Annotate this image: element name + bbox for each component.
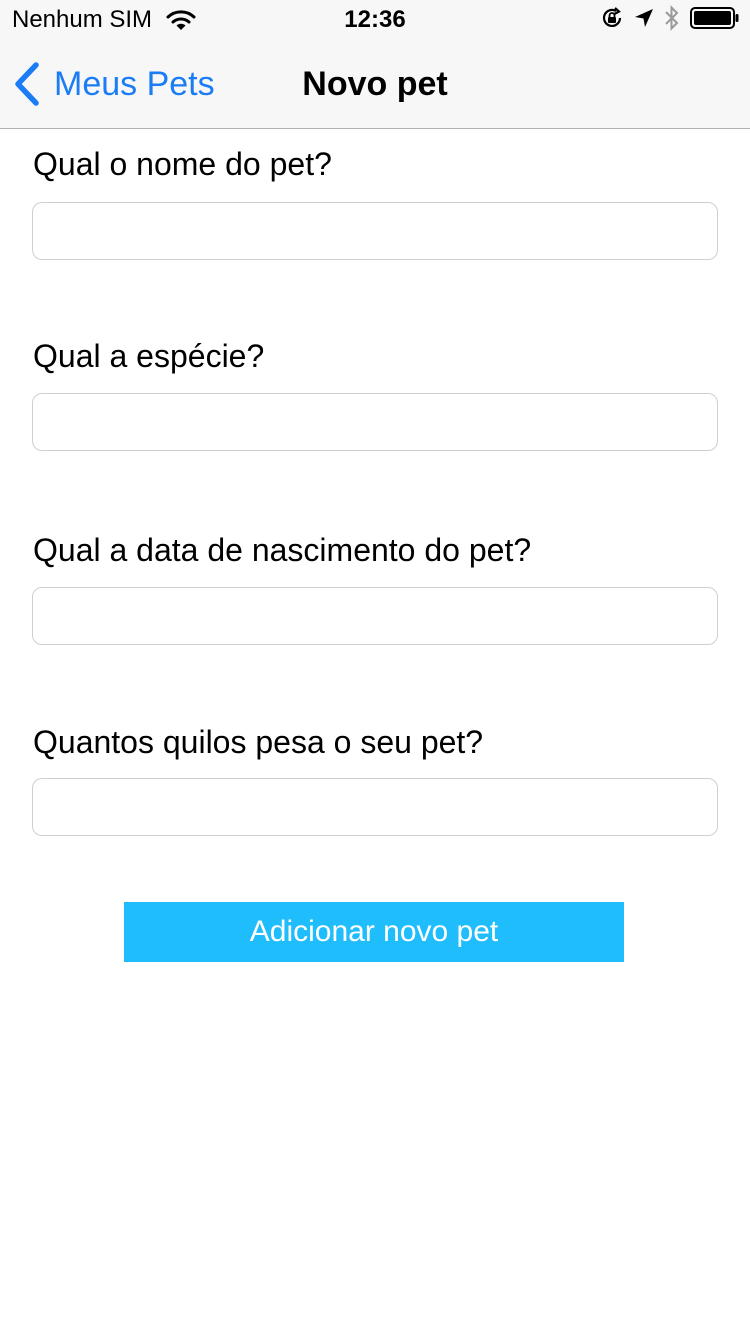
chevron-left-icon bbox=[14, 62, 40, 106]
location-arrow-icon bbox=[634, 8, 654, 33]
battery-icon bbox=[690, 6, 740, 34]
bluetooth-icon bbox=[664, 4, 680, 36]
top-bar: Nenhum SIM 12:36 Novo pet Meus Pets bbox=[0, 0, 750, 129]
screen: Nenhum SIM 12:36 Novo pet Meus Pets Qual… bbox=[0, 0, 750, 1334]
status-icons bbox=[590, 4, 740, 36]
pet-name-label: Qual o nome do pet? bbox=[33, 146, 332, 182]
pet-species-input[interactable] bbox=[32, 393, 718, 451]
pet-species-label: Qual a espécie? bbox=[33, 338, 265, 374]
pet-weight-input[interactable] bbox=[32, 778, 718, 836]
pet-name-input[interactable] bbox=[32, 202, 718, 260]
add-pet-button[interactable]: Adicionar novo pet bbox=[124, 902, 624, 962]
orientation-lock-icon bbox=[600, 6, 624, 35]
pet-weight-label: Quantos quilos pesa o seu pet? bbox=[33, 724, 484, 760]
navigation-bar: Novo pet Meus Pets bbox=[0, 40, 750, 128]
pet-birthdate-label: Qual a data de nascimento do pet? bbox=[33, 532, 532, 568]
pet-birthdate-input[interactable] bbox=[32, 587, 718, 645]
back-button-label: Meus Pets bbox=[54, 64, 215, 103]
status-bar: Nenhum SIM 12:36 bbox=[0, 0, 750, 40]
back-button[interactable]: Meus Pets bbox=[14, 40, 215, 128]
